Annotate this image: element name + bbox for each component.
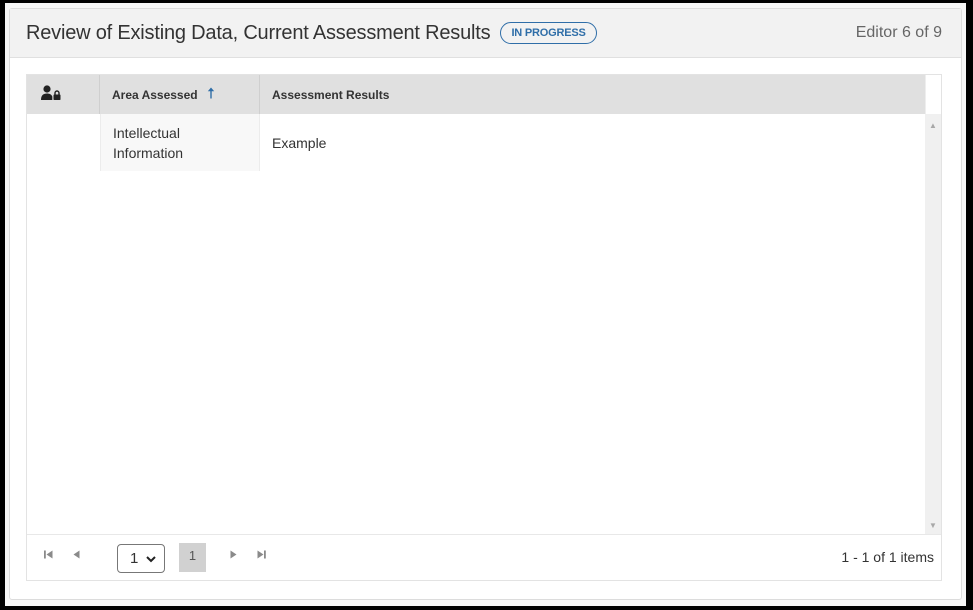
area-assessed-cell[interactable]: Intellectual Information xyxy=(100,114,260,171)
current-page-button[interactable]: 1 xyxy=(179,543,206,572)
next-page-icon[interactable] xyxy=(226,550,240,562)
last-page-icon[interactable] xyxy=(254,550,268,562)
column-header-assessment-results[interactable]: Assessment Results xyxy=(260,75,925,114)
scroll-down-icon[interactable]: ▼ xyxy=(925,517,941,533)
arrow-up-icon xyxy=(207,87,215,102)
assessment-results-cell[interactable]: Example xyxy=(260,114,925,171)
pager: 1 1 1 - 1 of 1 items xyxy=(27,534,941,580)
previous-page-icon[interactable] xyxy=(69,550,83,562)
page-title: Review of Existing Data, Current Assessm… xyxy=(26,21,491,44)
column-header-area-assessed[interactable]: Area Assessed xyxy=(100,75,260,114)
lock-cell xyxy=(27,114,100,171)
scroll-up-icon[interactable]: ▲ xyxy=(925,117,941,133)
page-select-value: 1 xyxy=(130,550,139,567)
assessment-grid: Area Assessed Assessment Results Intelle… xyxy=(26,74,942,581)
status-badge: IN PROGRESS xyxy=(500,22,597,44)
panel-header: Review of Existing Data, Current Assessm… xyxy=(10,9,961,58)
vertical-scrollbar[interactable]: ▲ ▼ xyxy=(925,114,941,534)
chevron-down-icon xyxy=(146,552,157,566)
editor-count: Editor 6 of 9 xyxy=(855,24,942,41)
pager-info: 1 - 1 of 1 items xyxy=(841,549,934,565)
page-select[interactable]: 1 xyxy=(117,544,165,573)
column-label: Assessment Results xyxy=(272,87,390,102)
grid-body: Intellectual Information Example xyxy=(27,114,925,534)
editor-panel: Review of Existing Data, Current Assessm… xyxy=(9,8,962,600)
table-row[interactable]: Intellectual Information Example xyxy=(27,114,925,171)
first-page-icon[interactable] xyxy=(41,550,55,562)
column-label: Area Assessed xyxy=(112,87,198,102)
user-lock-icon xyxy=(41,85,62,104)
cell-text: Intellectual Information xyxy=(113,124,184,161)
column-header-lock[interactable] xyxy=(27,75,100,114)
grid-header: Area Assessed Assessment Results xyxy=(27,75,925,114)
grid-header-scroll-pad xyxy=(925,75,941,114)
window-frame: Review of Existing Data, Current Assessm… xyxy=(5,3,966,606)
